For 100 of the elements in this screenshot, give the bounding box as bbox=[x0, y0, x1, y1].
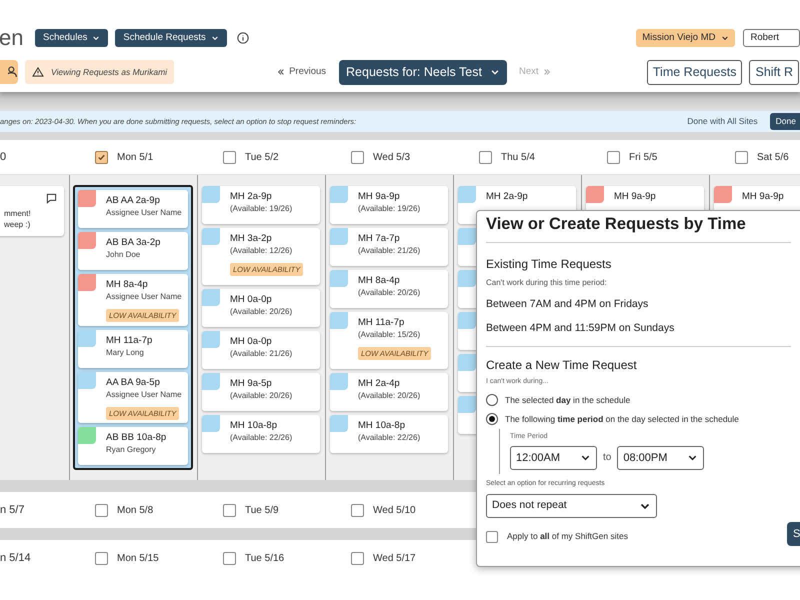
shift-title: MH 7a-7p bbox=[358, 233, 401, 245]
shift-card[interactable]: MH 10a-8p (Available: 22/26) bbox=[330, 415, 448, 453]
existing-request: Between 7AM and 4PM on Fridays bbox=[486, 296, 650, 312]
shift-card[interactable]: MH 9a-5p (Available: 20/26) bbox=[202, 373, 320, 411]
previous-button[interactable]: Previous bbox=[277, 64, 326, 80]
shift-card[interactable]: AB BB 10a-8p Ryan Gregory bbox=[78, 427, 188, 465]
shift-title: MH 9a-9p bbox=[614, 191, 657, 203]
day-label: Sat 5/6 bbox=[757, 150, 789, 164]
day-label: Wed 5/10 bbox=[373, 504, 416, 518]
shift-subtitle: Mary Long bbox=[106, 346, 145, 358]
shift-card[interactable]: MH 2a-9p (Available: 19/26) bbox=[202, 186, 320, 224]
shift-subtitle: (Available: 21/26) bbox=[358, 245, 422, 256]
double-chevron-left-icon bbox=[277, 68, 286, 76]
shift-title: AB BA 3a-2p bbox=[106, 237, 162, 249]
nav-menu-button[interactable]: Schedules bbox=[35, 29, 108, 47]
to-time-select[interactable]: 08:00PM bbox=[617, 446, 704, 470]
shift-subtitle: (Available: 21/26) bbox=[230, 348, 294, 359]
nav-menu-button[interactable]: Schedule Requests bbox=[115, 29, 227, 47]
shift-subtitle: (Available: 20/26) bbox=[358, 390, 422, 401]
shift-title: MH 11a-7p bbox=[358, 317, 406, 329]
shift-card[interactable]: MH 8a-4p (Available: 20/26) bbox=[330, 270, 448, 308]
shift-card[interactable]: MH 11a-7p Mary Long bbox=[78, 330, 188, 368]
day-checkbox[interactable] bbox=[95, 150, 108, 164]
shift-title: MH 9a-9p bbox=[742, 191, 785, 203]
radio-button[interactable] bbox=[486, 394, 498, 406]
shift-title: MH 2a-9p bbox=[230, 191, 273, 203]
shift-title: MH 8a-4p bbox=[358, 275, 401, 287]
check-icon bbox=[97, 152, 106, 162]
apply-all-label: Apply to all of my ShiftGen sites bbox=[507, 530, 628, 543]
day-label: Tue 5/2 bbox=[245, 150, 279, 164]
comment-text: weep :) bbox=[4, 219, 32, 230]
comment-icon[interactable] bbox=[46, 193, 57, 204]
shift-subtitle: (Available: 20/26) bbox=[358, 287, 422, 298]
comment-card[interactable]: mment! weep :) bbox=[0, 186, 64, 236]
shift-subtitle: (Available: 19/26) bbox=[230, 203, 294, 214]
apply-all-checkbox[interactable] bbox=[486, 530, 498, 543]
to-label: to bbox=[603, 451, 612, 466]
warning-icon bbox=[32, 67, 44, 77]
submit-button[interactable]: S bbox=[787, 522, 800, 546]
day-checkbox[interactable] bbox=[223, 150, 236, 164]
existing-hint: Can't work during this time period: bbox=[486, 276, 608, 289]
day-checkbox[interactable] bbox=[223, 504, 236, 516]
shift-card[interactable]: AB BA 3a-2p John Doe bbox=[78, 232, 188, 270]
double-chevron-right-icon bbox=[542, 68, 551, 76]
done-with-all-sites-button[interactable]: Done with All Sites bbox=[687, 115, 758, 128]
day-checkbox[interactable] bbox=[479, 150, 492, 164]
shift-subtitle: (Available: 20/26) bbox=[230, 390, 294, 401]
shift-title: AA BA 9a-5p bbox=[106, 376, 161, 388]
shift-card[interactable]: MH 2a-4p (Available: 20/26) bbox=[330, 373, 448, 411]
radio-label: The selected day in the schedule bbox=[505, 394, 630, 406]
day-checkbox[interactable] bbox=[95, 552, 108, 564]
day-label: Wed 5/3 bbox=[373, 150, 410, 164]
shift-card[interactable]: AB AA 2a-9p Assignee User Name bbox=[78, 190, 188, 228]
dialog-title: View or Create Requests by Time bbox=[486, 211, 791, 243]
shift-subtitle: John Doe bbox=[106, 249, 142, 260]
shift-subtitle: (Available: 19/26) bbox=[358, 203, 422, 214]
user-menu-button[interactable]: Robert bbox=[743, 29, 800, 47]
chevron-down-icon bbox=[92, 34, 100, 42]
requests-for-selector[interactable]: Requests for: Neels Test bbox=[339, 60, 507, 84]
shift-subtitle: (Available: 20/26) bbox=[230, 306, 294, 317]
shift-subtitle: (Available: 22/26) bbox=[358, 432, 422, 443]
day-checkbox[interactable] bbox=[95, 504, 108, 516]
shift-title: MH 10a-8p bbox=[230, 420, 278, 432]
shift-card[interactable]: MH 10a-8p (Available: 22/26) bbox=[202, 415, 320, 453]
day-checkbox[interactable] bbox=[223, 552, 236, 564]
from-time-select[interactable]: 12:00AM bbox=[510, 446, 597, 470]
action-button[interactable]: Shift R bbox=[749, 60, 799, 84]
day-label: n 5/14 bbox=[0, 550, 31, 566]
chevron-down-icon bbox=[210, 34, 219, 42]
radio-button[interactable] bbox=[486, 412, 498, 425]
radio-label: The following time period on the day selected in the schedule bbox=[505, 412, 739, 426]
site-selector[interactable]: Mission Viejo MD bbox=[636, 29, 736, 47]
shift-title: AB BB 10a-8p bbox=[106, 432, 168, 444]
shift-subtitle: Assignee User Name bbox=[106, 207, 183, 218]
shift-subtitle: Assignee User Name bbox=[106, 388, 183, 400]
shift-card[interactable]: MH 9a-9p (Available: 19/26) bbox=[330, 186, 448, 224]
shift-title: MH 9a-5p bbox=[230, 378, 273, 390]
shift-card[interactable]: MH 0a-0p (Available: 20/26) bbox=[202, 289, 320, 327]
day-checkbox[interactable] bbox=[735, 150, 748, 164]
day-checkbox[interactable] bbox=[351, 504, 364, 516]
shift-title: MH 0a-0p bbox=[230, 336, 273, 348]
day-label: Mon 5/15 bbox=[117, 552, 159, 566]
shift-card[interactable]: MH 7a-7p (Available: 21/26) bbox=[330, 228, 448, 266]
existing-request: Between 4PM and 11:59PM on Sundays bbox=[486, 320, 676, 336]
day-checkbox[interactable] bbox=[351, 552, 364, 564]
shift-title: AB AA 2a-9p bbox=[106, 195, 161, 207]
done-button[interactable]: Done bbox=[770, 113, 800, 130]
shift-card[interactable]: MH 0a-0p (Available: 21/26) bbox=[202, 331, 320, 369]
person-icon bbox=[8, 66, 18, 78]
shift-title: MH 2a-4p bbox=[358, 378, 401, 390]
shift-subtitle: (Available: 15/26) bbox=[358, 329, 422, 340]
person-button[interactable] bbox=[0, 60, 18, 84]
day-checkbox[interactable] bbox=[607, 150, 620, 164]
day-label: Thu 5/4 bbox=[501, 150, 535, 164]
day-checkbox[interactable] bbox=[351, 150, 364, 164]
recurring-select[interactable]: Does not repeat bbox=[486, 494, 657, 518]
info-icon[interactable] bbox=[236, 32, 249, 44]
day-label: n 5/7 bbox=[0, 502, 24, 518]
existing-heading: Existing Time Requests bbox=[486, 256, 612, 273]
action-button[interactable]: Time Requests bbox=[646, 60, 742, 84]
